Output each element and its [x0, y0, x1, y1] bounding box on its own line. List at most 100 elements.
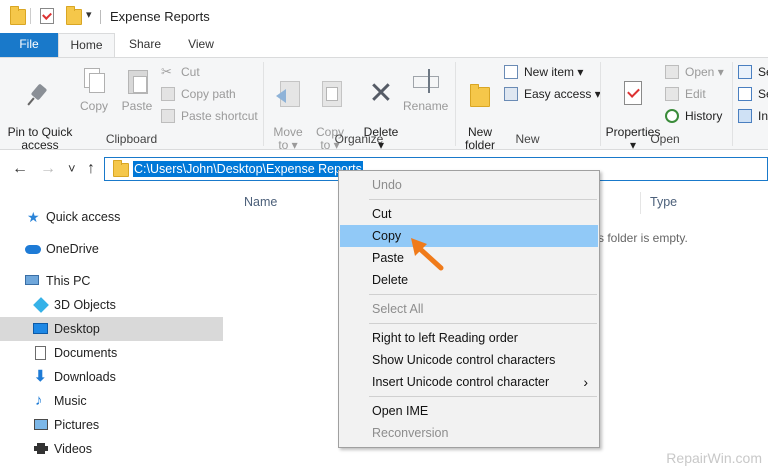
new-item-label: New item ▾	[524, 65, 584, 79]
menu-item-insert-unicode[interactable]: Insert Unicode control character ›	[340, 371, 598, 393]
nav-item-onedrive[interactable]: OneDrive	[0, 237, 223, 261]
menu-item-reconversion[interactable]: Reconversion	[340, 422, 598, 444]
select-all-label: Se	[758, 65, 768, 79]
document-icon	[35, 346, 46, 360]
ribbon-tabs: File Home Share View	[0, 33, 768, 57]
up-arrow-icon[interactable]: ↑	[87, 160, 95, 178]
delete-x-icon: ✕	[368, 77, 394, 110]
nav-item-downloads[interactable]: ⬇ Downloads	[0, 365, 223, 389]
menu-item-paste[interactable]: Paste	[340, 247, 598, 269]
nav-item-videos[interactable]: Videos	[0, 437, 223, 461]
menu-item-delete[interactable]: Delete	[340, 269, 598, 291]
edit-icon	[665, 87, 679, 101]
tab-home[interactable]: Home	[58, 33, 115, 57]
customize-quick-access-icon[interactable]: ▾	[86, 8, 92, 21]
easy-access-icon	[504, 87, 518, 101]
menu-separator	[369, 199, 597, 200]
group-label-clipboard: Clipboard	[105, 132, 158, 146]
column-divider[interactable]	[640, 192, 641, 214]
desktop-icon	[33, 323, 48, 334]
context-menu: Undo Cut Copy Paste Delete Select All Ri…	[338, 170, 600, 448]
music-note-icon: ♪	[35, 392, 43, 409]
copy-path-label: Copy path	[181, 87, 236, 101]
new-item-icon	[504, 65, 518, 79]
menu-item-copy[interactable]: Copy	[340, 225, 598, 247]
menu-item-show-unicode[interactable]: Show Unicode control characters	[340, 349, 598, 371]
properties-icon[interactable]	[40, 8, 54, 24]
menu-item-select-all[interactable]: Select All	[340, 298, 598, 320]
history-button[interactable]: History	[665, 107, 722, 125]
paste-shortcut-label: Paste shortcut	[181, 109, 258, 123]
menu-separator	[369, 396, 597, 397]
group-label-open: Open	[650, 132, 680, 146]
new-item-button[interactable]: New item ▾	[504, 63, 583, 81]
nav-label: Documents	[54, 346, 118, 360]
open-label: Open ▾	[685, 65, 724, 79]
cut-button[interactable]: ✂ Cut	[161, 63, 200, 81]
nav-label: Videos	[54, 442, 92, 456]
rename-button[interactable]: Rename	[403, 66, 448, 113]
edit-button[interactable]: Edit	[665, 85, 706, 103]
nav-item-3d-objects[interactable]: 3D Objects	[0, 293, 223, 317]
group-label-new: New	[515, 132, 540, 146]
video-film-icon	[34, 443, 48, 454]
forward-arrow-icon[interactable]: →	[40, 160, 56, 178]
nav-item-this-pc[interactable]: This PC	[0, 269, 223, 293]
scissors-icon: ✂	[161, 64, 172, 79]
nav-item-desktop[interactable]: Desktop	[0, 317, 223, 341]
easy-access-button[interactable]: Easy access ▾	[504, 85, 601, 103]
new-folder-icon[interactable]	[66, 6, 82, 25]
invert-selection-label: In	[758, 109, 768, 123]
nav-label: Downloads	[54, 370, 116, 384]
tab-share[interactable]: Share	[120, 33, 170, 57]
menu-item-label: Insert Unicode control character	[372, 375, 550, 389]
pin-icon	[26, 79, 54, 109]
cube-icon	[33, 297, 49, 313]
column-header-name[interactable]: Name	[244, 195, 277, 209]
nav-item-quick-access[interactable]: ★ Quick access	[0, 205, 223, 229]
copy-path-icon	[161, 87, 175, 101]
select-all-button[interactable]: Se	[738, 63, 768, 81]
computer-icon	[25, 275, 39, 285]
invert-selection-button[interactable]: In	[738, 107, 768, 125]
nav-item-pictures[interactable]: Pictures	[0, 413, 223, 437]
open-button[interactable]: Open ▾	[665, 63, 724, 81]
copy-icon	[80, 66, 108, 96]
rename-icon	[411, 66, 439, 96]
nav-label: Music	[54, 394, 87, 408]
watermark: RepairWin.com	[666, 450, 762, 466]
open-icon	[665, 65, 679, 79]
column-header-type[interactable]: Type	[650, 195, 677, 209]
move-to-icon	[274, 79, 302, 109]
menu-separator	[369, 294, 597, 295]
folder-icon	[113, 160, 129, 177]
folder-icon	[466, 79, 494, 109]
paste-shortcut-icon	[161, 109, 175, 123]
tab-file[interactable]: File	[0, 33, 58, 57]
edit-label: Edit	[685, 87, 706, 101]
nav-label: Quick access	[46, 210, 121, 224]
nav-item-documents[interactable]: Documents	[0, 341, 223, 365]
paste-button[interactable]: Paste	[118, 66, 156, 113]
recent-locations-chevron-icon[interactable]: ˅	[68, 161, 76, 176]
paste-label: Paste	[121, 99, 153, 113]
copy-label: Copy	[79, 99, 108, 113]
cloud-icon	[25, 245, 41, 254]
menu-item-undo[interactable]: Undo	[340, 174, 598, 196]
tab-view[interactable]: View	[176, 33, 226, 57]
copy-button[interactable]: Copy	[76, 66, 112, 113]
paste-shortcut-button[interactable]: Paste shortcut	[161, 107, 258, 125]
divider	[30, 8, 31, 24]
select-none-label: Se	[758, 87, 768, 101]
back-arrow-icon[interactable]: ←	[12, 160, 28, 178]
nav-item-music[interactable]: ♪ Music	[0, 389, 223, 413]
menu-item-right-to-left[interactable]: Right to left Reading order	[340, 327, 598, 349]
menu-item-cut[interactable]: Cut	[340, 203, 598, 225]
copy-path-button[interactable]: Copy path	[161, 85, 236, 103]
picture-icon	[34, 419, 48, 430]
address-path[interactable]: C:\Users\John\Desktop\Expense Reports	[133, 161, 363, 177]
select-none-button[interactable]: Se	[738, 85, 768, 103]
menu-separator	[369, 323, 597, 324]
pointer-arrow-icon	[411, 238, 444, 271]
menu-item-open-ime[interactable]: Open IME	[340, 400, 598, 422]
